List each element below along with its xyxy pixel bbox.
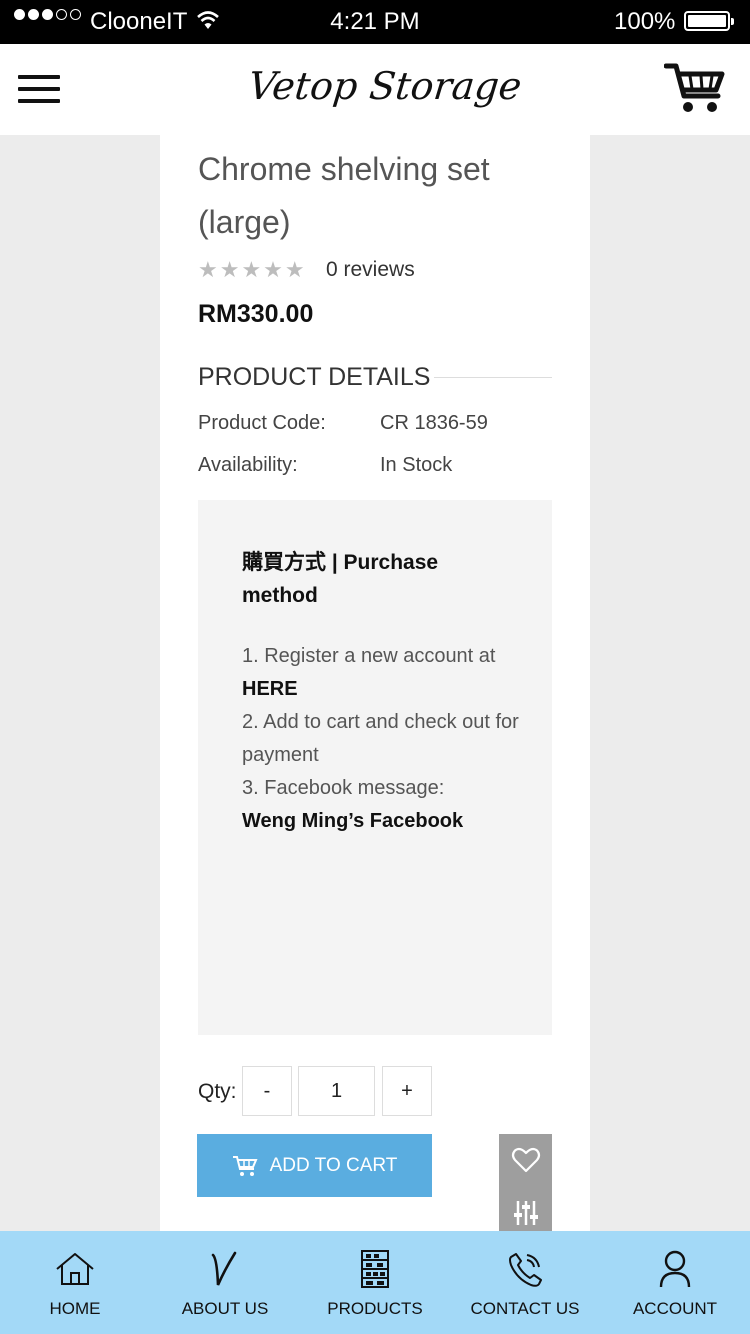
nav-account[interactable]: ACCOUNT xyxy=(600,1231,750,1334)
facebook-link[interactable]: Weng Ming’s Facebook xyxy=(242,810,463,832)
battery-percent: 100% xyxy=(614,8,676,35)
qty-label: Qty: xyxy=(198,1080,237,1103)
product-code-label: Product Code: xyxy=(198,412,326,434)
product-code-value: CR 1836-59 xyxy=(380,412,488,434)
product-panel: Chrome shelving set (large) ★★★★★ 0 revi… xyxy=(160,135,590,1231)
product-title: Chrome shelving set (large) xyxy=(198,151,490,240)
product-price: RM330.00 xyxy=(198,300,314,328)
purchase-method-title: 購買方式 | Purchase method xyxy=(242,551,439,607)
shelf-icon xyxy=(361,1250,389,1288)
add-to-cart-button[interactable]: ADD TO CART xyxy=(197,1134,432,1197)
compare-sliders-icon[interactable] xyxy=(510,1197,542,1229)
nav-contact-us[interactable]: CONTACT US xyxy=(450,1231,600,1334)
app-header: Vetop Storage xyxy=(0,44,750,135)
nav-contact-label: CONTACT US xyxy=(470,1299,580,1318)
cart-icon xyxy=(232,1155,258,1176)
availability-label: Availability: xyxy=(198,454,298,476)
bottom-navigation: HOME ABOUT US PRODUCTS CONTACT US ACCOUN… xyxy=(0,1231,750,1334)
purchase-steps: 1. Register a new account at HERE 2. Add… xyxy=(242,640,532,838)
home-icon xyxy=(56,1253,94,1285)
nav-products-label: PRODUCTS xyxy=(327,1299,423,1318)
register-here-link[interactable]: HERE xyxy=(242,678,298,700)
status-bar: ClooneIT 4:21 PM 100% xyxy=(0,0,750,44)
heart-icon[interactable] xyxy=(510,1144,542,1176)
nav-home-label: HOME xyxy=(49,1299,101,1318)
nav-about-us[interactable]: ABOUT US xyxy=(150,1231,300,1334)
nav-about-label: ABOUT US xyxy=(181,1299,269,1318)
side-actions xyxy=(499,1134,552,1231)
battery-icon xyxy=(684,11,734,31)
availability-value: In Stock xyxy=(380,454,453,476)
qty-increase-button[interactable]: + xyxy=(382,1066,432,1116)
rating-stars: ★★★★★ xyxy=(198,257,307,282)
reviews-link[interactable]: 0 reviews xyxy=(326,258,415,282)
purchase-method-box: 購買方式 | Purchase method 1. Register a new… xyxy=(198,500,552,1035)
add-to-cart-label: ADD TO CART xyxy=(269,1154,398,1176)
phone-icon xyxy=(509,1253,542,1287)
step-2-text: 2. Add to cart and check out for payment xyxy=(242,711,519,766)
qty-input[interactable] xyxy=(298,1066,375,1116)
nav-products[interactable]: PRODUCTS xyxy=(300,1231,450,1334)
site-logo[interactable]: Vetop Storage xyxy=(0,64,750,108)
cart-icon[interactable] xyxy=(664,62,726,116)
about-icon xyxy=(211,1251,237,1286)
details-heading: PRODUCT DETAILS xyxy=(198,363,435,392)
nav-account-label: ACCOUNT xyxy=(632,1299,718,1318)
nav-home[interactable]: HOME xyxy=(0,1231,150,1334)
step-1-text: 1. Register a new account at xyxy=(242,645,496,667)
user-icon xyxy=(659,1250,691,1288)
step-3-text: 3. Facebook message: xyxy=(242,777,445,799)
qty-decrease-button[interactable]: - xyxy=(242,1066,292,1116)
